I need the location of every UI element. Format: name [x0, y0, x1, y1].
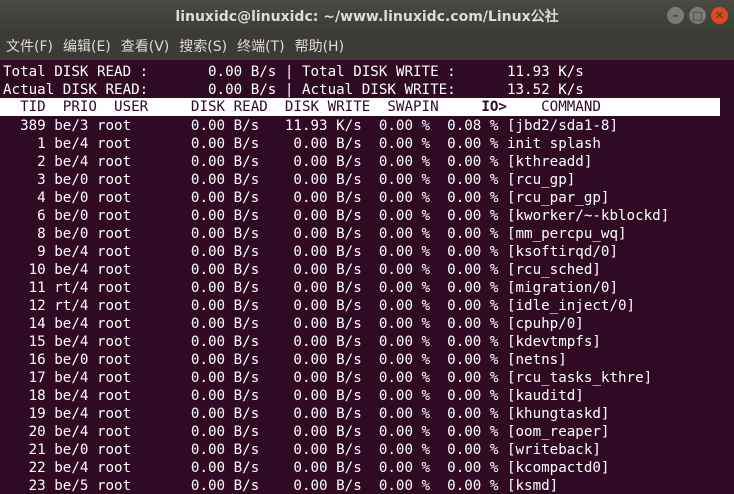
menu-search[interactable]: 搜索(S)	[179, 36, 227, 56]
process-row[interactable]: 12 rt/4 root 0.00 B/s 0.00 B/s 0.00 % 0.…	[3, 297, 635, 315]
process-row[interactable]: 21 be/0 root 0.00 B/s 0.00 B/s 0.00 % 0.…	[3, 441, 601, 459]
menu-bar: 文件(F) 编辑(E) 查看(V) 搜索(S) 终端(T) 帮助(H)	[0, 32, 734, 60]
process-row[interactable]: 19 be/4 root 0.00 B/s 0.00 B/s 0.00 % 0.…	[3, 405, 610, 423]
process-row[interactable]: 18 be/4 root 0.00 B/s 0.00 B/s 0.00 % 0.…	[3, 387, 584, 405]
process-row[interactable]: 8 be/0 root 0.00 B/s 0.00 B/s 0.00 % 0.0…	[3, 225, 626, 243]
process-row[interactable]: 20 be/4 root 0.00 B/s 0.00 B/s 0.00 % 0.…	[3, 423, 610, 441]
actual-disk-line: Actual DISK READ: 0.00 B/s | Actual DISK…	[3, 82, 584, 98]
process-row[interactable]: 4 be/0 root 0.00 B/s 0.00 B/s 0.00 % 0.0…	[3, 189, 609, 207]
process-row[interactable]: 9 be/4 root 0.00 B/s 0.00 B/s 0.00 % 0.0…	[3, 243, 618, 261]
process-row[interactable]: 6 be/0 root 0.00 B/s 0.00 B/s 0.00 % 0.0…	[3, 207, 669, 225]
menu-terminal[interactable]: 终端(T)	[237, 36, 284, 56]
scrollbar[interactable]	[727, 61, 734, 494]
process-row[interactable]: 3 be/0 root 0.00 B/s 0.00 B/s 0.00 % 0.0…	[3, 171, 575, 189]
menu-view[interactable]: 查看(V)	[121, 36, 170, 56]
column-headers[interactable]: TID PRIO USER DISK READ DISK WRITE SWAPI…	[3, 98, 601, 116]
menu-edit[interactable]: 编辑(E)	[63, 36, 111, 56]
process-row[interactable]: 389 be/3 root 0.00 B/s 11.93 K/s 0.00 % …	[3, 117, 618, 135]
process-row[interactable]: 10 be/4 root 0.00 B/s 0.00 B/s 0.00 % 0.…	[3, 261, 601, 279]
terminal-output[interactable]: Total DISK READ : 0.00 B/s | Total DISK …	[0, 61, 734, 494]
minimize-button[interactable]: –	[667, 7, 684, 24]
io-sort-column[interactable]: IO>	[481, 99, 507, 115]
process-row[interactable]: 2 be/4 root 0.00 B/s 0.00 B/s 0.00 % 0.0…	[3, 153, 592, 171]
process-row[interactable]: 14 be/4 root 0.00 B/s 0.00 B/s 0.00 % 0.…	[3, 315, 584, 333]
menu-help[interactable]: 帮助(H)	[295, 36, 344, 56]
process-row[interactable]: 17 be/4 root 0.00 B/s 0.00 B/s 0.00 % 0.…	[3, 369, 653, 387]
close-button[interactable]: ✕	[711, 7, 728, 24]
column-headers-left: TID PRIO USER DISK READ DISK WRITE SWAPI…	[3, 99, 482, 115]
total-disk-line: Total DISK READ : 0.00 B/s | Total DISK …	[3, 64, 584, 80]
menu-file[interactable]: 文件(F)	[6, 36, 53, 56]
process-row[interactable]: 23 be/5 root 0.00 B/s 0.00 B/s 0.00 % 0.…	[3, 477, 559, 494]
process-row[interactable]: 11 rt/4 root 0.00 B/s 0.00 B/s 0.00 % 0.…	[3, 279, 618, 297]
process-row[interactable]: 22 be/4 root 0.00 B/s 0.00 B/s 0.00 % 0.…	[3, 459, 610, 477]
process-row[interactable]: 15 be/4 root 0.00 B/s 0.00 B/s 0.00 % 0.…	[3, 333, 601, 351]
maximize-button[interactable]: □	[689, 7, 706, 24]
terminal-window: linuxidc@linuxidc: ~/www.linuxidc.com/Li…	[0, 0, 734, 494]
process-row[interactable]: 16 be/0 root 0.00 B/s 0.00 B/s 0.00 % 0.…	[3, 351, 567, 369]
title-bar[interactable]: linuxidc@linuxidc: ~/www.linuxidc.com/Li…	[0, 0, 734, 32]
window-controls: – □ ✕	[667, 7, 728, 24]
process-row[interactable]: 1 be/4 root 0.00 B/s 0.00 B/s 0.00 % 0.0…	[3, 135, 601, 153]
column-command: COMMAND	[506, 99, 601, 115]
window-title: linuxidc@linuxidc: ~/www.linuxidc.com/Li…	[175, 9, 559, 25]
